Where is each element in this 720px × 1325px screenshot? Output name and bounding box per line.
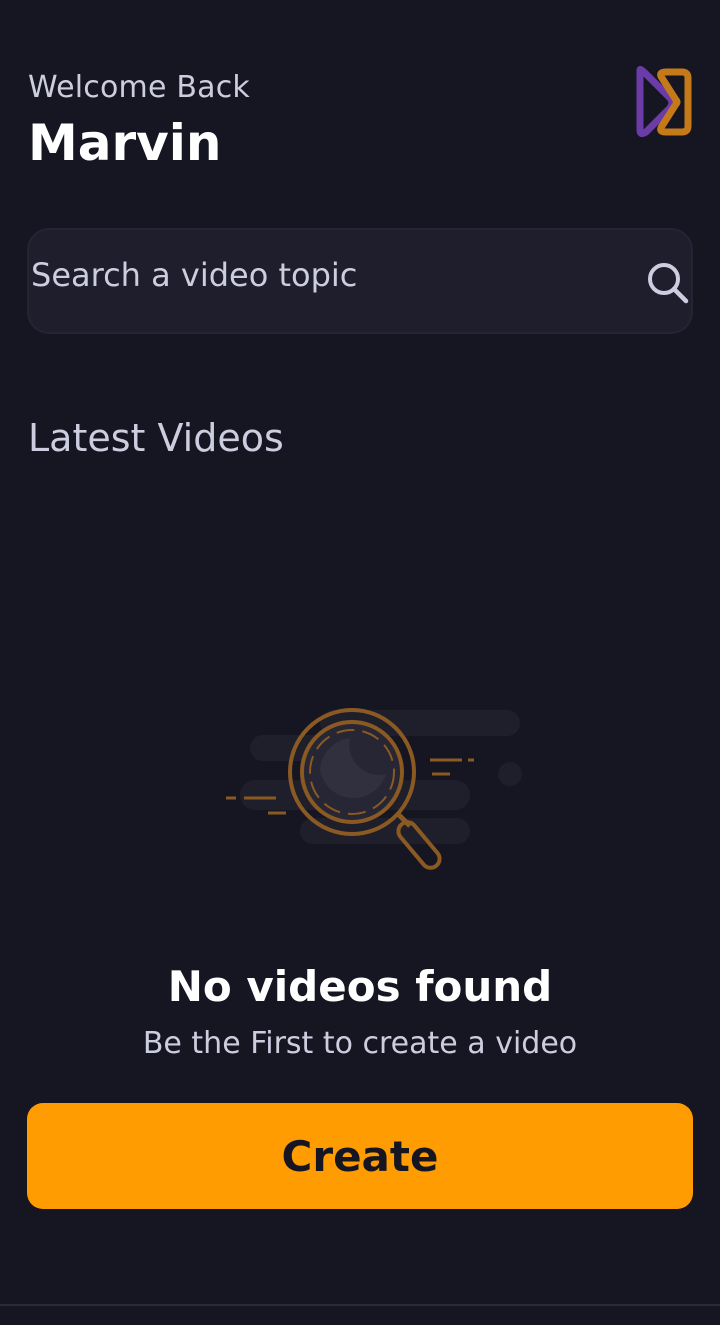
create-button[interactable]: Create: [27, 1103, 693, 1209]
empty-state-subtitle: Be the First to create a video: [142, 1026, 578, 1061]
welcome-greeting: Welcome Back: [28, 70, 250, 105]
magnifier-illustration: [226, 708, 522, 870]
username-heading: Marvin: [28, 114, 222, 172]
latest-videos-heading: Latest Videos: [28, 416, 284, 460]
bottom-divider: [0, 1304, 720, 1306]
play-logo-icon: [636, 66, 692, 138]
search-input[interactable]: [31, 250, 621, 300]
search-box[interactable]: [27, 228, 693, 334]
empty-state-title: No videos found: [167, 962, 553, 1011]
search-icon[interactable]: [645, 260, 691, 306]
